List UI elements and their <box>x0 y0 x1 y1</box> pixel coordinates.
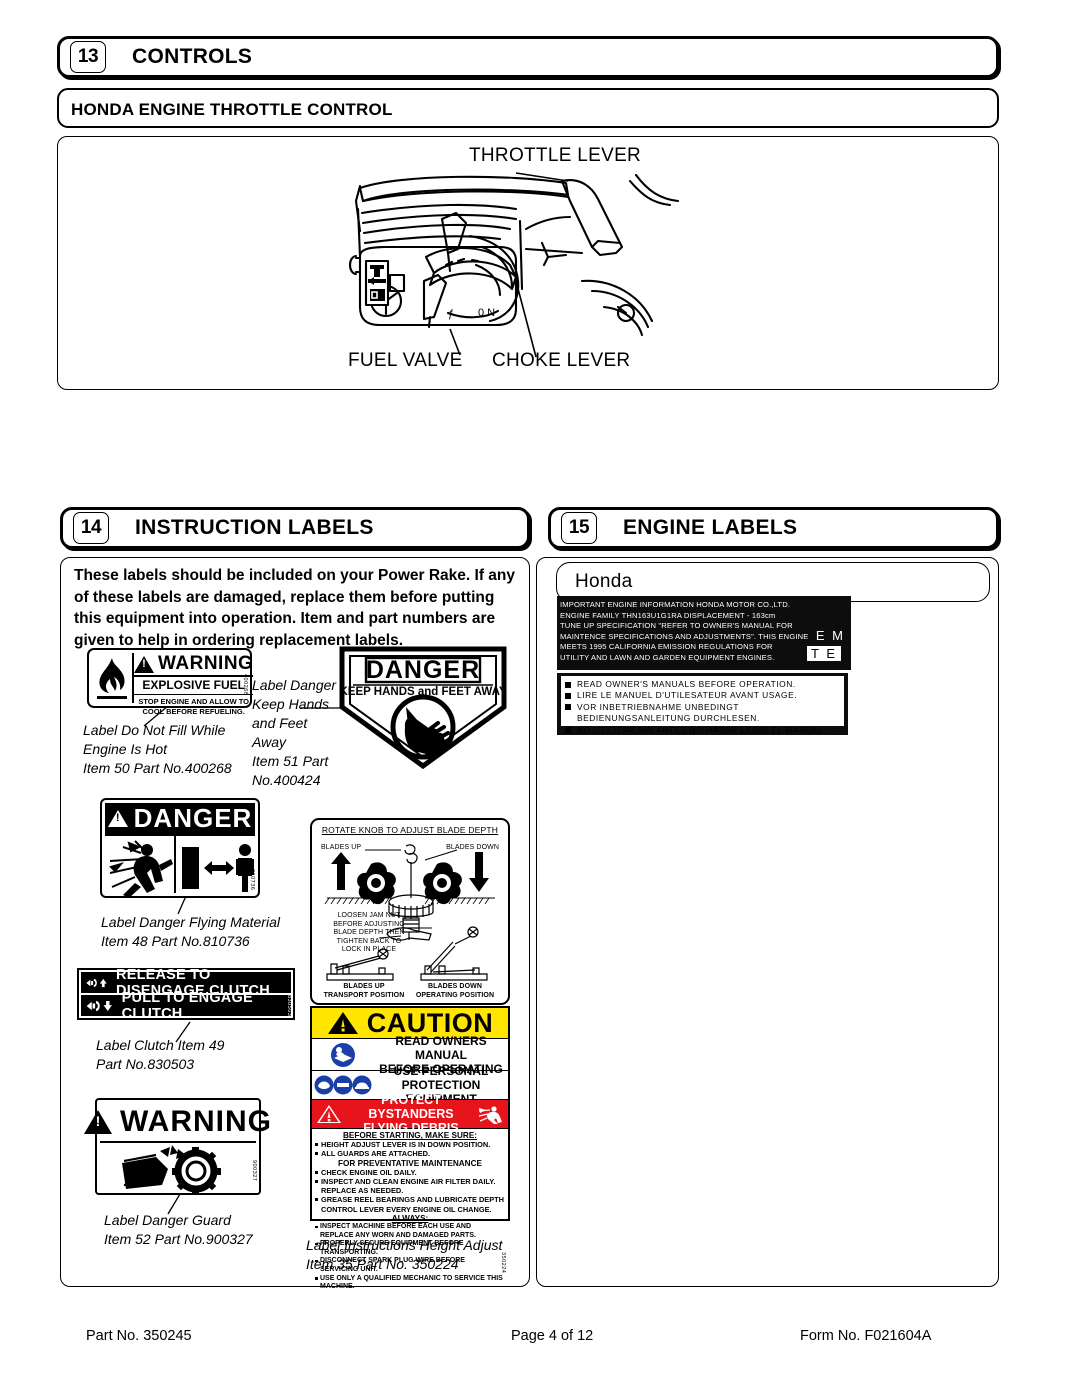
signal-word: WARNING <box>120 1105 272 1138</box>
section-title-instruction-labels: INSTRUCTION LABELS <box>135 516 374 539</box>
fine-bullet-3: CHECK ENGINE OIL DAILY. <box>315 1168 505 1177</box>
fine-bullet-4: INSPECT AND CLEAN ENGINE AIR FILTER DAIL… <box>315 1177 505 1195</box>
manual-line-en: READ OWNER'S MANUALS BEFORE OPERATION. <box>563 679 842 690</box>
emission-line-4: MAINTENCE SPECIFICATIONS AND ADJUSTMENTS… <box>560 631 809 641</box>
section-title-controls: CONTROLS <box>132 45 253 68</box>
fine-heading-always: ALWAYS: <box>391 1213 429 1223</box>
footer-page-number: Page 4 of 12 <box>511 1328 594 1344</box>
warning-triangle-icon <box>84 1110 112 1134</box>
fine-bullet-9: USE ONLY A QUALIFIED MECHANIC TO SERVICE… <box>315 1275 505 1292</box>
caption-explosive-fuel: Label Do Not Fill While Engine Is Hot It… <box>83 722 232 776</box>
caption-flying-material: Label Danger Flying Material Item 48 Par… <box>101 914 280 949</box>
section-instruction-labels-header: 14 INSTRUCTION LABELS <box>60 507 530 549</box>
clutch-engage-row: PULL TO ENGAGE CLUTCH <box>81 990 291 1022</box>
manual-line-de-2: BEDIENUNGSANLEITUNG DURCHLESEN. <box>577 713 760 724</box>
label-headline: EXPLOSIVE FUEL <box>134 677 254 695</box>
subsection-title: HONDA ENGINE THROTTLE CONTROL <box>71 100 393 119</box>
caption-clutch: Label Clutch Item 49 Part No.830503 <box>96 1037 225 1072</box>
callout-choke-lever: CHOKE LEVER <box>492 350 631 371</box>
release-clutch-icon <box>86 978 107 987</box>
svg-text:ƒ: ƒ <box>448 308 454 320</box>
warning-triangle-icon <box>134 655 154 673</box>
manual-line-de-1: VOR INBETRIEBNAHME UNBEDINGT <box>563 702 842 713</box>
warning-triangle-icon <box>107 810 128 827</box>
warning-signal-row: WARNING <box>134 653 254 677</box>
label-danger-flying-material: DANGER <box>100 798 260 898</box>
struck-person-pictogram <box>105 836 176 898</box>
label-side-code: 830503 <box>286 994 292 1016</box>
caption-keep-hands: Label Danger Keep Hands and Feet Away It… <box>252 677 337 788</box>
section-number-13: 13 <box>70 41 106 73</box>
fine-bullet-5: GREASE REEL BEARINGS AND LUBRICATE DEPTH… <box>315 1195 505 1214</box>
fine-heading-preventative: FOR PREVENTATIVE MAINTENANCE <box>338 1158 482 1168</box>
engine-manual-plate: READ OWNER'S MANUALS BEFORE OPERATION. L… <box>557 673 848 735</box>
manual-page: 13 CONTROLS HONDA ENGINE THROTTLE CONTRO… <box>0 0 1080 1397</box>
emission-badge-te: T E <box>807 646 841 661</box>
emission-line-1: IMPORTANT ENGINE INFORMATION HONDA MOTOR… <box>560 600 791 609</box>
footer-part-number: Part No. 350245 <box>86 1328 192 1344</box>
warning-triangle-icon <box>327 1012 358 1034</box>
honda-engine-illustration: ƒ 0 N <box>348 172 680 358</box>
clutch-engage-text: PULL TO ENGAGE CLUTCH <box>121 989 253 1022</box>
label-caution: CAUTION READ OWNERS MANUAL BEFORE OPERAT… <box>310 1006 510 1290</box>
label-danger-guard: WARNING <box>84 1098 271 1195</box>
callout-throttle-lever: THROTTLE LEVER <box>469 145 642 166</box>
manual-line-es: NO UTILIZAR SIN ANTES NO HABER LEIDO EL … <box>563 725 842 736</box>
read-manual-icon <box>312 1040 374 1070</box>
emission-line-2: ENGINE FAMILY THN163U1G1RA DISPLACEMENT … <box>560 610 776 620</box>
manual-line-fr: LIRE LE MANUEL D'UTILESATEUR AVANT USAGE… <box>563 690 842 701</box>
label-side-code: 810736 <box>249 868 255 890</box>
fine-heading-before-starting: BEFORE STARTING, MAKE SURE: <box>342 1131 478 1140</box>
bystander-warning-icon <box>312 1102 346 1126</box>
bystander-distance-pictogram <box>176 836 255 893</box>
flame-glyph <box>97 658 127 699</box>
emission-badge-em: E M <box>815 628 845 643</box>
warning-signal-row: WARNING <box>84 1103 271 1143</box>
flying-debris-icon <box>476 1104 508 1124</box>
section-title-engine-labels: ENGINE LABELS <box>623 516 798 539</box>
label-side-code: 900327 <box>251 1159 257 1181</box>
engage-clutch-icon <box>86 1000 112 1011</box>
height-adjust-title: ROTATE KNOB TO ADJUST BLADE DEPTH <box>321 825 499 835</box>
jam-nut-note: LOOSEN JAM NUT BEFORE ADJUSTING BLADE DE… <box>333 912 405 954</box>
label-side-code: 400268 <box>242 674 248 696</box>
position-left-caption: BLADES UP TRANSPORT POSITION <box>323 983 405 999</box>
leader-line-jam-nut <box>410 927 432 929</box>
svg-text:0 N: 0 N <box>478 307 495 319</box>
section-engine-labels-header: 15 ENGINE LABELS <box>548 507 999 549</box>
callout-fuel-valve: FUEL VALVE <box>348 350 463 371</box>
flame-icon <box>92 653 134 703</box>
svg-text:DANGER: DANGER <box>366 656 480 684</box>
emission-line-3: TUNE UP SPECIFICATION "REFER TO OWNER'S … <box>560 621 793 631</box>
label-clutch: RELEASE TO DISENGAGE CLUTCH PULL TO ENGA… <box>77 967 295 1022</box>
hand-in-sprocket-pictogram <box>100 1143 256 1195</box>
label-keep-hands-and-feet-away: DANGER KEEP HANDS and FEET AWAY <box>338 645 508 770</box>
section-number-14: 14 <box>73 512 109 544</box>
signal-word: DANGER <box>133 803 253 833</box>
position-right-caption: BLADES DOWN OPERATING POSITION <box>415 983 495 999</box>
engine-illustration-panel: ƒ 0 N THROTTLE LEVER FUEL VALVE CHOKE LE… <box>57 136 999 390</box>
engine-emission-plate: IMPORTANT ENGINE INFORMATION HONDA MOTOR… <box>557 596 851 670</box>
section-number-15: 15 <box>561 512 597 544</box>
caution-row-bystanders: PROTECT BYSTANDERS FLYING DEBRIS <box>312 1093 508 1135</box>
label-explosive-fuel: WARNING EXPLOSIVE FUEL STOP ENGINE AND A… <box>87 648 254 716</box>
danger-signal-row: DANGER <box>105 803 255 834</box>
footer-form-number: Form No. F021604A <box>800 1328 932 1344</box>
fine-bullet-1: HEIGHT ADJUST LEVER IS IN DOWN POSITION. <box>315 1140 505 1149</box>
subsection-throttle-control-header: HONDA ENGINE THROTTLE CONTROL <box>57 88 999 128</box>
caption-danger-guard: Label Danger Guard Item 52 Part No.90032… <box>104 1212 253 1247</box>
caption-height-adjust: Label Instructions Height Adjust Item 35… <box>306 1237 503 1272</box>
signal-word: WARNING <box>158 653 254 674</box>
instruction-intro-text: These labels should be included on your … <box>74 567 515 649</box>
section-controls-header: 13 CONTROLS <box>57 36 999 78</box>
fine-bullet-2: ALL GUARDS ARE ATTACHED. <box>315 1149 505 1158</box>
label-height-adjust-instructions: ROTATE KNOB TO ADJUST BLADE DEPTH BLADES… <box>310 818 510 1005</box>
